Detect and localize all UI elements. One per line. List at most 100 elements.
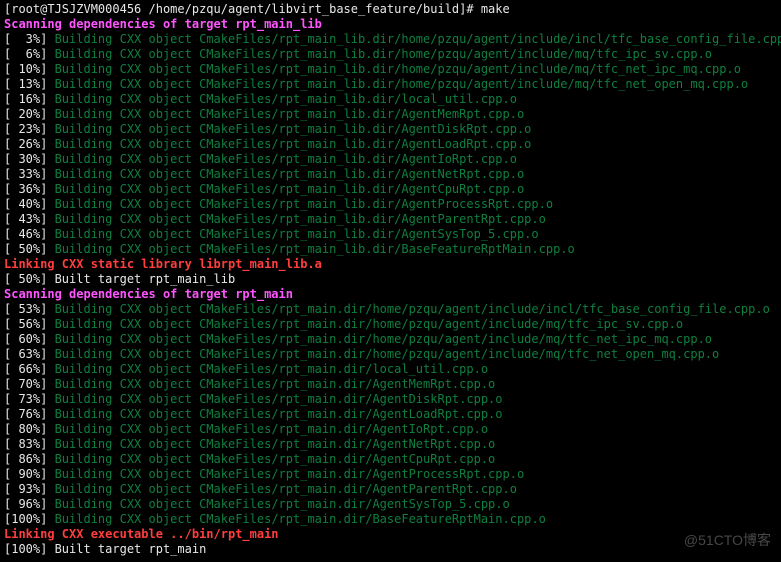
build-msg: Building CXX object CmakeFiles/rpt_main_… xyxy=(55,32,781,46)
output-line: [ 43%] Building CXX object CMakeFiles/rp… xyxy=(4,212,777,227)
output-line: Scanning dependencies of target rpt_main xyxy=(4,287,777,302)
output-line: [ 46%] Building CXX object CMakeFiles/rp… xyxy=(4,227,777,242)
build-msg: Building CXX object CMakeFiles/rpt_main.… xyxy=(55,452,496,466)
output-line: [ 80%] Building CXX object CMakeFiles/rp… xyxy=(4,422,777,437)
build-msg: Building CXX object CMakeFiles/rpt_main_… xyxy=(55,77,749,91)
build-msg: Building CXX object CMakeFiles/rpt_main_… xyxy=(55,242,575,256)
build-msg: Building CXX object CMakeFiles/rpt_main.… xyxy=(55,467,525,481)
build-msg: Building CXX object CMakeFiles/rpt_main.… xyxy=(55,482,517,496)
progress-pct: [ 30%] xyxy=(4,152,55,166)
build-msg: Building CXX object CMakeFiles/rpt_main_… xyxy=(55,122,532,136)
progress-pct: [ 6%] xyxy=(4,47,55,61)
output-line: [ 26%] Building CXX object CMakeFiles/rp… xyxy=(4,137,777,152)
build-msg: Building CXX object CMakeFiles/rpt_main_… xyxy=(55,167,525,181)
progress-pct: [ 43%] xyxy=(4,212,55,226)
build-msg: Building CXX object CMakeFiles/rpt_main.… xyxy=(55,392,503,406)
progress-pct: [ 33%] xyxy=(4,167,55,181)
output-line: [100%] Built target rpt_main xyxy=(4,542,777,557)
progress-pct: [ 76%] xyxy=(4,407,55,421)
build-msg: Building CXX object CMakeFiles/rpt_main.… xyxy=(55,437,496,451)
output-line: [ 36%] Building CXX object CMakeFiles/rp… xyxy=(4,182,777,197)
progress-pct: [ 40%] xyxy=(4,197,55,211)
build-msg: Building CXX object CMakeFiles/rpt_main.… xyxy=(55,347,720,361)
progress-pct: [ 96%] xyxy=(4,497,55,511)
output-line: [ 73%] Building CXX object CMakeFiles/rp… xyxy=(4,392,777,407)
output-line: [ 66%] Building CXX object CMakeFiles/rp… xyxy=(4,362,777,377)
output-line: [ 20%] Building CXX object CMakeFiles/rp… xyxy=(4,107,777,122)
output-line: [ 50%] Built target rpt_main_lib xyxy=(4,272,777,287)
output-line: Linking CXX static library librpt_main_l… xyxy=(4,257,777,272)
output-line: [ 33%] Building CXX object CMakeFiles/rp… xyxy=(4,167,777,182)
progress-pct: [ 60%] xyxy=(4,332,55,346)
build-msg: Building CXX object CMakeFiles/rpt_main.… xyxy=(55,377,496,391)
output-line: Linking CXX executable ../bin/rpt_main xyxy=(4,527,777,542)
progress-pct: [ 90%] xyxy=(4,467,55,481)
progress-pct: [ 26%] xyxy=(4,137,55,151)
status-msg: [100%] Built target rpt_main xyxy=(4,542,206,556)
output-line: [ 93%] Building CXX object CMakeFiles/rp… xyxy=(4,482,777,497)
build-msg: Building CXX object CMakeFiles/rpt_main_… xyxy=(55,92,517,106)
build-msg: Building CXX object CMakeFiles/rpt_main_… xyxy=(55,107,525,121)
output-line: [ 63%] Building CXX object CMakeFiles/rp… xyxy=(4,347,777,362)
output-line: [ 83%] Building CXX object CMakeFiles/rp… xyxy=(4,437,777,452)
output-line: [ 76%] Building CXX object CMakeFiles/rp… xyxy=(4,407,777,422)
build-msg: Building CXX object CMakeFiles/rpt_main.… xyxy=(55,497,510,511)
build-msg: Building CXX object CMakeFiles/rpt_main.… xyxy=(55,407,503,421)
build-msg: Building CXX object CMakeFiles/rpt_main.… xyxy=(55,512,546,526)
build-msg: Building CXX object CMakeFiles/rpt_main_… xyxy=(55,212,546,226)
scan-msg: Scanning dependencies of target rpt_main… xyxy=(4,17,322,31)
build-msg: Building CXX object CMakeFiles/rpt_main.… xyxy=(55,332,712,346)
progress-pct: [ 13%] xyxy=(4,77,55,91)
output-line: [ 30%] Building CXX object CMakeFiles/rp… xyxy=(4,152,777,167)
prompt-line: [root@TJSJZVM000456 /home/pzqu/agent/lib… xyxy=(4,2,777,17)
progress-pct: [ 73%] xyxy=(4,392,55,406)
output-line: [ 70%] Building CXX object CMakeFiles/rp… xyxy=(4,377,777,392)
output-line: [ 86%] Building CXX object CMakeFiles/rp… xyxy=(4,452,777,467)
output-line: Scanning dependencies of target rpt_main… xyxy=(4,17,777,32)
progress-pct: [ 50%] xyxy=(4,242,55,256)
output-line: [ 40%] Building CXX object CMakeFiles/rp… xyxy=(4,197,777,212)
progress-pct: [ 16%] xyxy=(4,92,55,106)
progress-pct: [ 20%] xyxy=(4,107,55,121)
output-line: [ 90%] Building CXX object CMakeFiles/rp… xyxy=(4,467,777,482)
build-msg: Building CXX object CMakeFiles/rpt_main.… xyxy=(55,302,770,316)
progress-pct: [ 3%] xyxy=(4,32,55,46)
output-line: [ 96%] Building CXX object CMakeFiles/rp… xyxy=(4,497,777,512)
status-msg: [ 50%] Built target rpt_main_lib xyxy=(4,272,235,286)
output-line: [ 10%] Building CXX object CMakeFiles/rp… xyxy=(4,62,777,77)
progress-pct: [ 53%] xyxy=(4,302,55,316)
progress-pct: [ 10%] xyxy=(4,62,55,76)
output-line: [ 56%] Building CXX object CMakeFiles/rp… xyxy=(4,317,777,332)
progress-pct: [ 36%] xyxy=(4,182,55,196)
output-line: [ 23%] Building CXX object CMakeFiles/rp… xyxy=(4,122,777,137)
build-msg: Building CXX object CMakeFiles/rpt_main_… xyxy=(55,152,517,166)
output-line: [ 60%] Building CXX object CMakeFiles/rp… xyxy=(4,332,777,347)
output-line: [ 13%] Building CXX object CMakeFiles/rp… xyxy=(4,77,777,92)
build-msg: Building CXX object CMakeFiles/rpt_main_… xyxy=(55,62,741,76)
progress-pct: [ 93%] xyxy=(4,482,55,496)
build-msg: Building CXX object CMakeFiles/rpt_main_… xyxy=(55,227,539,241)
build-msg: Building CXX object CMakeFiles/rpt_main_… xyxy=(55,47,712,61)
progress-pct: [ 63%] xyxy=(4,347,55,361)
output-line: [ 50%] Building CXX object CMakeFiles/rp… xyxy=(4,242,777,257)
output-line: [ 6%] Building CXX object CMakeFiles/rpt… xyxy=(4,47,777,62)
link-msg: Linking CXX static library librpt_main_l… xyxy=(4,257,322,271)
progress-pct: [100%] xyxy=(4,512,55,526)
shell-prompt: [root@TJSJZVM000456 /home/pzqu/agent/lib… xyxy=(4,2,510,16)
output-line: [100%] Building CXX object CMakeFiles/rp… xyxy=(4,512,777,527)
build-msg: Building CXX object CMakeFiles/rpt_main.… xyxy=(55,362,488,376)
build-msg: Building CXX object CMakeFiles/rpt_main_… xyxy=(55,137,532,151)
progress-pct: [ 70%] xyxy=(4,377,55,391)
output-line: [ 3%] Building CXX object CmakeFiles/rpt… xyxy=(4,32,777,47)
build-msg: Building CXX object CMakeFiles/rpt_main_… xyxy=(55,197,554,211)
link-msg: Linking CXX executable ../bin/rpt_main xyxy=(4,527,279,541)
output-line: [ 16%] Building CXX object CMakeFiles/rp… xyxy=(4,92,777,107)
build-msg: Building CXX object CMakeFiles/rpt_main_… xyxy=(55,182,525,196)
progress-pct: [ 46%] xyxy=(4,227,55,241)
progress-pct: [ 56%] xyxy=(4,317,55,331)
progress-pct: [ 23%] xyxy=(4,122,55,136)
progress-pct: [ 80%] xyxy=(4,422,55,436)
terminal-output: [root@TJSJZVM000456 /home/pzqu/agent/lib… xyxy=(0,0,781,559)
progress-pct: [ 83%] xyxy=(4,437,55,451)
progress-pct: [ 86%] xyxy=(4,452,55,466)
